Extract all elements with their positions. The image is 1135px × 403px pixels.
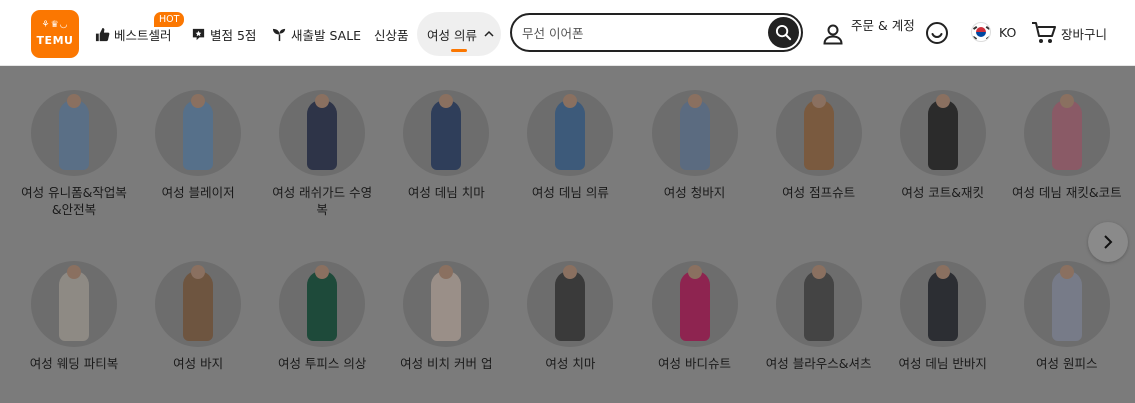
logo-icons: ⚘♛◡ xyxy=(41,20,69,30)
nav-new-products[interactable]: 신상품 xyxy=(374,24,409,44)
nav-new-arrivals[interactable]: 새출발 SALE xyxy=(272,24,361,44)
logo-text: TEMU xyxy=(36,34,74,47)
nav-five-star[interactable]: 별점 5점 xyxy=(191,24,256,44)
nav-bestsellers[interactable]: 베스트셀러 xyxy=(95,24,172,44)
category-thumbnail xyxy=(31,261,117,347)
category-label: 여성 블레이저 xyxy=(161,185,235,200)
korea-flag-icon xyxy=(971,22,991,42)
cart-icon xyxy=(1032,22,1056,43)
category-label: 여성 웨딩 파티복 xyxy=(29,356,119,371)
category-thumbnail xyxy=(775,261,862,347)
category-thumbnail xyxy=(155,90,242,176)
temu-logo[interactable]: ⚘♛◡ TEMU xyxy=(31,10,79,58)
category-label: 여성 데님 치마 xyxy=(407,185,485,200)
category-thumbnail xyxy=(279,90,366,176)
category-thumbnail xyxy=(1023,90,1110,176)
smile-chat-icon xyxy=(926,22,948,44)
category-thumbnail xyxy=(527,90,614,176)
category-thumbnail xyxy=(279,261,366,347)
category-thumbnail xyxy=(403,90,490,176)
category-label: 여성 치마 xyxy=(545,356,596,371)
nav-five-star-label: 별점 5점 xyxy=(210,27,257,43)
search-input[interactable] xyxy=(522,23,762,43)
chevron-right-icon xyxy=(1104,235,1113,249)
search-bar xyxy=(510,13,803,52)
category-grid: 여성 유니폼&작업복&안전복 여성 블레이저 여성 래쉬가드 수영복 여성 데님 치마… xyxy=(0,66,1135,403)
sprout-icon xyxy=(272,28,286,41)
account-label: 주문 & 계정 xyxy=(851,18,915,33)
category-label: 여성 비치 커버 업 xyxy=(400,356,493,371)
category-label: 여성 투피스 의상 xyxy=(277,356,367,371)
chevron-up-icon xyxy=(484,30,494,37)
category-thumbnail xyxy=(899,90,986,176)
top-header: ⚘♛◡ TEMU 베스트셀러 HOT 별점 5점 새출발 SALE 신상품 여성… xyxy=(0,0,1135,66)
nav-bestsellers-label: 베스트셀러 xyxy=(114,27,172,43)
category-label: 여성 유니폼&작업복&안전복 xyxy=(21,185,127,217)
nav-new-arrivals-label: 새출발 SALE xyxy=(291,27,362,43)
search-icon xyxy=(775,24,792,41)
category-thumbnail xyxy=(1023,261,1110,347)
category-label: 여성 바지 xyxy=(173,356,224,371)
category-label: 여성 점프슈트 xyxy=(782,185,856,200)
next-arrow-button[interactable] xyxy=(1088,222,1128,262)
category-thumbnail xyxy=(527,261,614,347)
category-label: 여성 데님 재킷&코트 xyxy=(1011,185,1122,200)
category-label: 여성 원피스 xyxy=(1036,356,1098,371)
nav-new-products-label: 신상품 xyxy=(374,27,409,43)
language-selector[interactable]: KO xyxy=(971,22,1016,42)
cart-label: 장바구니 xyxy=(1061,26,1108,42)
hot-badge: HOT xyxy=(154,12,185,27)
cart-button[interactable]: 장바구니 xyxy=(1031,21,1107,45)
support-chat[interactable] xyxy=(925,21,949,49)
language-code: KO xyxy=(999,24,1017,40)
active-underline xyxy=(451,49,467,52)
category-label: 여성 데님 의류 xyxy=(531,185,609,200)
category-thumbnail xyxy=(155,261,242,347)
star-review-icon xyxy=(192,28,205,40)
category-thumbnail xyxy=(775,90,862,176)
nav-women-clothing-label: 여성 의류 xyxy=(427,28,477,43)
user-icon xyxy=(823,24,843,45)
category-thumbnail xyxy=(899,261,986,347)
category-label: 여성 코트&재킷 xyxy=(901,185,985,200)
category-thumbnail xyxy=(651,261,738,347)
category-label: 여성 청바지 xyxy=(663,185,726,200)
category-label: 여성 블라우스&셔츠 xyxy=(765,356,872,371)
category-label: 여성 래쉬가드 수영복 xyxy=(272,185,373,217)
thumbs-up-icon xyxy=(95,27,110,41)
category-thumbnail xyxy=(31,90,117,176)
search-button[interactable] xyxy=(768,17,799,48)
category-thumbnail xyxy=(403,261,490,347)
category-label: 여성 데님 반바지 xyxy=(898,356,987,371)
category-thumbnail xyxy=(651,90,738,176)
nav-women-clothing[interactable]: 여성 의류 xyxy=(417,12,501,56)
category-label: 여성 바디슈트 xyxy=(658,356,731,371)
